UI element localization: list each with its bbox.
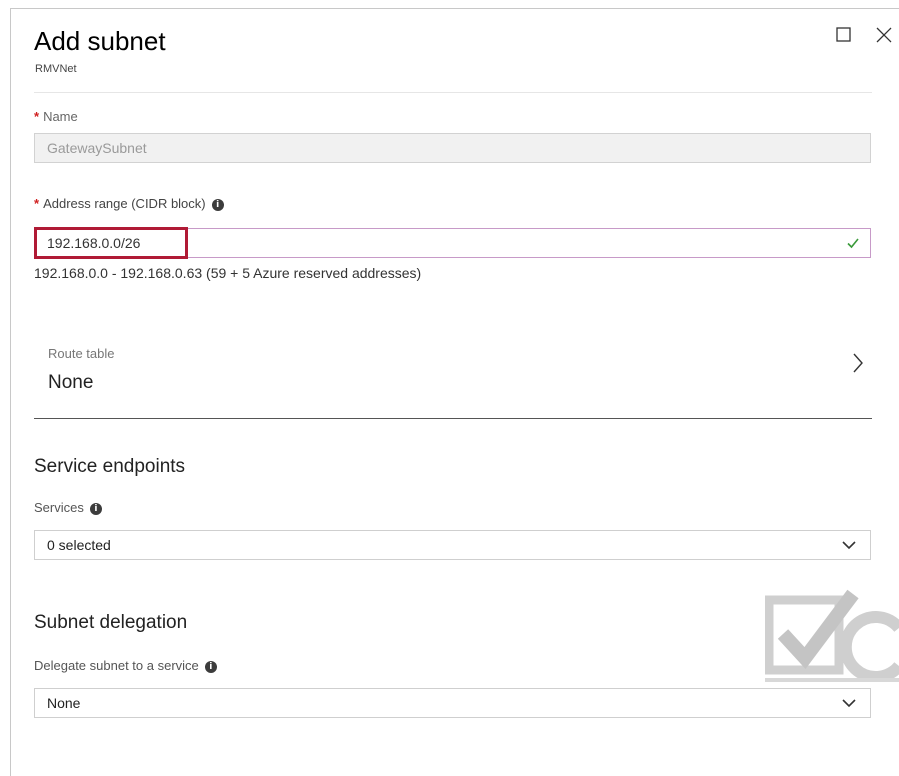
chevron-down-icon bbox=[842, 541, 856, 550]
required-marker: * bbox=[34, 196, 40, 211]
route-table-divider bbox=[34, 418, 872, 419]
service-endpoints-title: Service endpoints bbox=[34, 456, 186, 477]
route-table-value: None bbox=[48, 372, 94, 393]
info-icon[interactable]: i bbox=[89, 502, 102, 515]
services-select[interactable]: 0 selected bbox=[34, 530, 871, 560]
check-icon bbox=[847, 238, 859, 249]
chevron-down-icon bbox=[842, 699, 856, 708]
route-table-label: Route table bbox=[48, 346, 115, 361]
highlight-box bbox=[34, 227, 188, 259]
services-select-value: 0 selected bbox=[47, 537, 111, 553]
watermark-logo bbox=[765, 589, 899, 682]
subnet-delegation-title: Subnet delegation bbox=[34, 612, 188, 633]
info-icon[interactable]: i bbox=[204, 660, 217, 673]
info-icon[interactable]: i bbox=[211, 198, 224, 211]
name-input[interactable]: GatewaySubnet bbox=[34, 133, 871, 163]
name-label: * Name bbox=[34, 109, 78, 124]
close-icon[interactable] bbox=[873, 24, 895, 46]
page-title: Add subnet bbox=[34, 26, 166, 56]
address-range-hint: 192.168.0.0 - 192.168.0.63 (59 + 5 Azure… bbox=[34, 265, 422, 281]
page-subtitle: RMVNet bbox=[35, 63, 77, 75]
maximize-icon[interactable] bbox=[833, 24, 855, 46]
required-marker: * bbox=[34, 109, 40, 124]
delegate-select[interactable]: None bbox=[34, 688, 871, 718]
delegate-select-value: None bbox=[47, 695, 81, 711]
delegate-label: Delegate subnet to a service i bbox=[34, 658, 217, 673]
chevron-right-icon bbox=[853, 353, 863, 373]
address-range-label: * Address range (CIDR block) i bbox=[34, 196, 224, 211]
header-divider bbox=[34, 92, 872, 93]
services-label: Services i bbox=[34, 500, 102, 515]
